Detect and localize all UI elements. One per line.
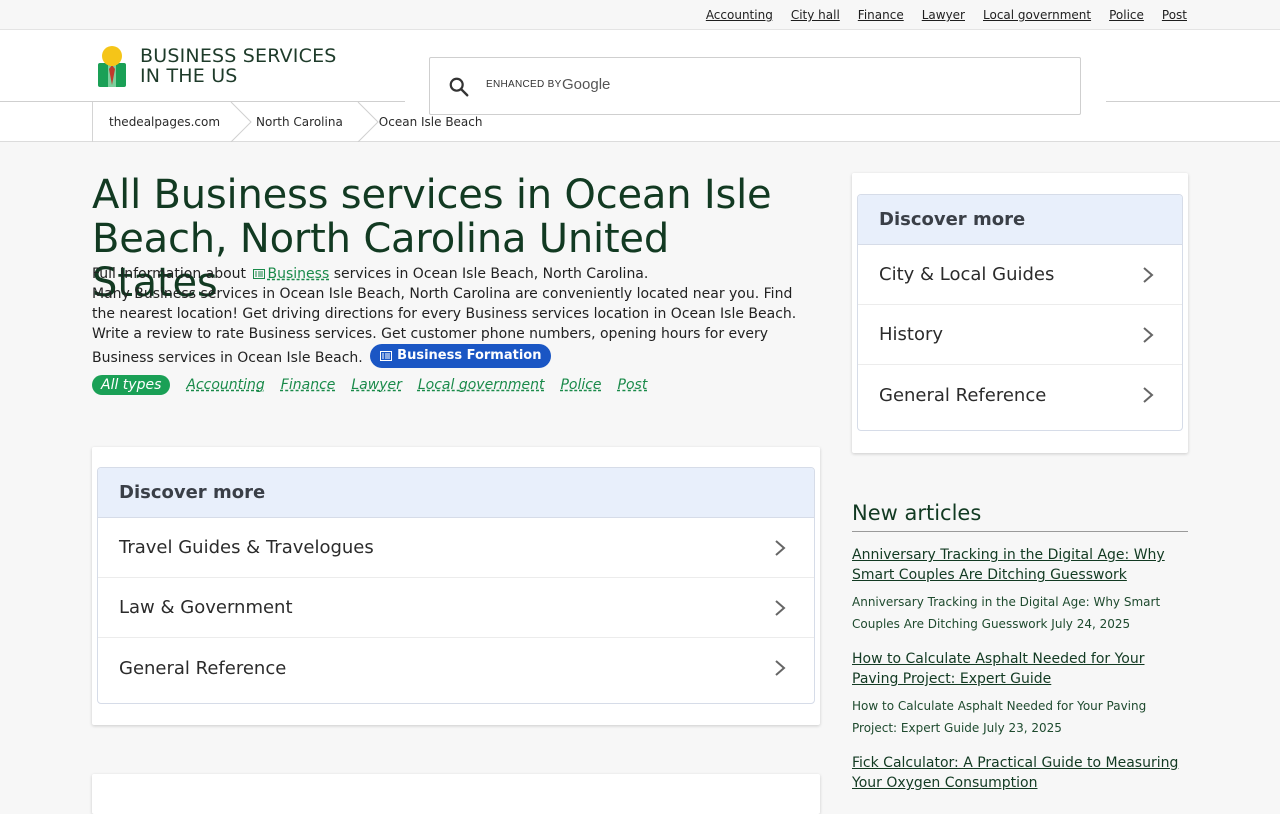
search-enhanced-label: ENHANCED BY bbox=[486, 79, 562, 90]
breadcrumb-separator-icon bbox=[357, 102, 379, 142]
discover-card-main: Discover more Travel Guides & Travelogue… bbox=[92, 447, 820, 725]
type-filter-finance[interactable]: Finance bbox=[281, 377, 336, 393]
breadcrumb: thedealpages.com North Carolina Ocean Is… bbox=[92, 102, 483, 142]
content-card-lower bbox=[92, 774, 820, 814]
type-filter-post[interactable]: Post bbox=[618, 377, 648, 393]
new-articles-heading: New articles bbox=[852, 501, 1188, 532]
business-formation-label: Business Formation bbox=[397, 348, 542, 363]
breadcrumb-city-label: Ocean Isle Beach bbox=[378, 115, 483, 129]
chevron-right-icon bbox=[1143, 326, 1154, 343]
brand-line-1: BUSINESS SERVICES bbox=[140, 45, 337, 67]
article-link[interactable]: How to Calculate Asphalt Needed for Your… bbox=[852, 649, 1188, 689]
brand-line-2: IN THE US bbox=[140, 65, 238, 87]
top-nav-post[interactable]: Post bbox=[1162, 8, 1187, 22]
discover-item-general-reference[interactable]: General Reference bbox=[98, 638, 814, 698]
chevron-right-icon bbox=[775, 539, 786, 556]
chevron-right-icon bbox=[775, 599, 786, 616]
discover-card-side: Discover more City & Local Guides Histor… bbox=[852, 173, 1188, 453]
breadcrumb-state-label: North Carolina bbox=[256, 115, 343, 129]
discover-item-city-local-guides[interactable]: City & Local Guides bbox=[858, 245, 1182, 305]
top-nav-police[interactable]: Police bbox=[1109, 8, 1144, 22]
business-category-link[interactable]: Business bbox=[268, 266, 330, 282]
breadcrumb-city[interactable]: Ocean Isle Beach bbox=[379, 102, 483, 142]
type-filter-local-government[interactable]: Local government bbox=[418, 377, 545, 393]
search-box[interactable]: ENHANCED BY Google bbox=[429, 57, 1081, 115]
discover-panel-main: Discover more Travel Guides & Travelogue… bbox=[97, 467, 815, 704]
list-icon bbox=[252, 269, 265, 279]
list-icon bbox=[380, 351, 393, 361]
breadcrumb-home[interactable]: thedealpages.com bbox=[92, 102, 252, 142]
discover-item-label: General Reference bbox=[879, 384, 1047, 406]
type-filter-lawyer[interactable]: Lawyer bbox=[351, 377, 401, 393]
discover-heading: Discover more bbox=[858, 195, 1182, 245]
article-item: Anniversary Tracking in the Digital Age:… bbox=[852, 545, 1188, 635]
article-link[interactable]: Anniversary Tracking in the Digital Age:… bbox=[852, 545, 1188, 585]
discover-item-travel-guides[interactable]: Travel Guides & Travelogues bbox=[98, 518, 814, 578]
header-divider-right bbox=[1106, 101, 1280, 102]
article-item: Fick Calculator: A Practical Guide to Me… bbox=[852, 753, 1188, 793]
person-pin-icon[interactable] bbox=[96, 45, 128, 87]
chevron-right-icon bbox=[1143, 266, 1154, 283]
discover-item-law-government[interactable]: Law & Government bbox=[98, 578, 814, 638]
discover-item-general-reference[interactable]: General Reference bbox=[858, 365, 1182, 425]
type-filter-accounting[interactable]: Accounting bbox=[186, 377, 264, 393]
type-filter-all[interactable]: All types bbox=[92, 375, 171, 395]
top-nav-city-hall[interactable]: City hall bbox=[791, 8, 840, 22]
intro-prefix: Full information about bbox=[92, 266, 247, 282]
article-link[interactable]: Fick Calculator: A Practical Guide to Me… bbox=[852, 753, 1188, 793]
top-nav-accounting[interactable]: Accounting bbox=[706, 8, 773, 22]
top-nav-finance[interactable]: Finance bbox=[858, 8, 904, 22]
discover-item-label: Law & Government bbox=[119, 597, 293, 618]
article-item: How to Calculate Asphalt Needed for Your… bbox=[852, 649, 1188, 739]
discover-heading: Discover more bbox=[98, 468, 814, 518]
intro-text: Full information about Business services… bbox=[92, 264, 817, 368]
search-icon[interactable] bbox=[448, 76, 470, 98]
article-description: Anniversary Tracking in the Digital Age:… bbox=[852, 595, 1161, 631]
chevron-right-icon bbox=[1143, 387, 1154, 403]
top-nav-lawyer[interactable]: Lawyer bbox=[922, 8, 965, 22]
discover-item-label: History bbox=[879, 324, 944, 345]
intro-suffix: services in Ocean Isle Beach, North Caro… bbox=[333, 266, 649, 282]
discover-item-history[interactable]: History bbox=[858, 305, 1182, 365]
top-nav: Accounting City hall Finance Lawyer Loca… bbox=[706, 0, 1187, 30]
type-filter-police[interactable]: Police bbox=[560, 377, 601, 393]
article-description: How to Calculate Asphalt Needed for Your… bbox=[852, 699, 1147, 735]
discover-item-label: Travel Guides & Travelogues bbox=[119, 537, 374, 558]
type-filter: All types Accounting Finance Lawyer Loca… bbox=[92, 375, 647, 395]
site-header: BUSINESS SERVICES IN THE US ENHANCED BY … bbox=[0, 30, 1280, 142]
google-logo: Google bbox=[562, 76, 611, 93]
breadcrumb-state[interactable]: North Carolina bbox=[252, 102, 379, 142]
top-nav-local-government[interactable]: Local government bbox=[983, 8, 1091, 22]
discover-item-label: City & Local Guides bbox=[879, 264, 1055, 285]
breadcrumb-separator-icon bbox=[230, 102, 252, 142]
top-bar: Accounting City hall Finance Lawyer Loca… bbox=[0, 0, 1280, 30]
discover-item-label: General Reference bbox=[119, 657, 287, 679]
brand-name[interactable]: BUSINESS SERVICES IN THE US bbox=[140, 46, 337, 86]
discover-panel-side: Discover more City & Local Guides Histor… bbox=[857, 194, 1183, 431]
business-formation-button[interactable]: Business Formation bbox=[370, 344, 552, 368]
breadcrumb-home-label: thedealpages.com bbox=[109, 115, 221, 129]
chevron-right-icon bbox=[775, 660, 786, 676]
